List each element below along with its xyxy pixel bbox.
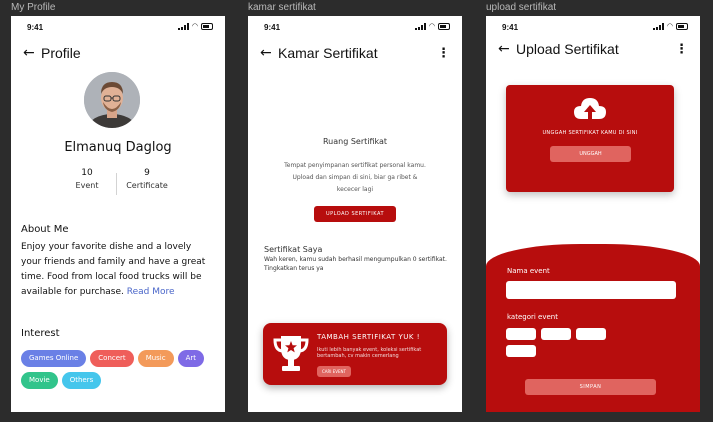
upload-card[interactable]: UNGGAH SERTIFIKAT KAMU DI SINI UNGGAH <box>506 85 674 192</box>
about-text: Enjoy your favorite dishe and a lovely y… <box>21 240 211 300</box>
signal-icon <box>652 23 664 30</box>
status-bar: 9:41 ◠ <box>486 22 700 34</box>
event-name-input[interactable] <box>506 281 676 299</box>
choose-file-button[interactable]: UNGGAH <box>550 146 631 162</box>
promo-text: Ikuti lebih banyak event, koleksi sertif… <box>317 347 422 359</box>
wifi-icon: ◠ <box>191 22 198 30</box>
wifi-icon: ◠ <box>666 22 673 30</box>
profile-name: Elmanuq Daglog <box>64 140 172 155</box>
stat-event-label: Event <box>75 181 99 190</box>
tag-art[interactable]: Art <box>177 350 205 367</box>
back-arrow-icon[interactable]: ← <box>498 41 516 57</box>
about-heading: About Me <box>21 224 69 235</box>
event-category-label: kategori event <box>507 313 558 321</box>
status-time: 9:41 <box>27 23 44 32</box>
stat-certificate-label: Certificate <box>126 181 168 190</box>
status-time: 9:41 <box>502 23 519 32</box>
my-certificates-title: Sertifikat Saya <box>264 245 323 254</box>
upload-certificate-button[interactable]: UPLOAD SERTIFIKAT <box>314 206 396 222</box>
upload-sertifikat-screen: 9:41 ◠ ← Upload Sertifikat ⋮ UNGGAH SERT… <box>486 16 700 412</box>
more-options-icon[interactable]: ⋮ <box>437 46 450 61</box>
status-time: 9:41 <box>264 23 281 32</box>
category-chip[interactable] <box>541 328 571 340</box>
category-chip[interactable] <box>506 345 536 357</box>
find-event-button[interactable]: CARI EVENT <box>317 366 351 377</box>
profile-screen: 9:41 ◠ ← Profile Elmanuq Daglog 10 Event… <box>11 16 225 412</box>
save-button[interactable]: SIMPAN <box>525 379 656 395</box>
frame-label-kamar: kamar sertifikat <box>248 2 316 13</box>
tag-music[interactable]: Music <box>137 350 174 367</box>
about-body: Enjoy your favorite dishe and a lovely y… <box>21 242 206 297</box>
avatar <box>84 72 140 128</box>
tag-others[interactable]: Others <box>61 372 102 389</box>
signal-icon <box>414 23 426 30</box>
room-title: Ruang Sertifikat <box>322 137 388 146</box>
tag-concert[interactable]: Concert <box>90 350 134 367</box>
interest-tags: Games Online Concert Music Art Movie Oth… <box>21 350 221 389</box>
stat-certificate: 9 Certificate <box>117 168 177 190</box>
status-bar: 9:41 ◠ <box>11 22 225 34</box>
read-more-link[interactable]: Read More <box>127 287 175 297</box>
promo-title: TAMBAH SERTIFIKAT YUK ! <box>317 333 421 341</box>
back-arrow-icon[interactable]: ← <box>23 45 41 61</box>
signal-icon <box>177 23 189 30</box>
event-name-label: Nama event <box>507 267 550 275</box>
battery-icon <box>676 23 688 30</box>
stat-event: 10 Event <box>57 168 117 190</box>
battery-icon <box>438 23 450 30</box>
trophy-icon <box>273 336 309 371</box>
back-arrow-icon[interactable]: ← <box>260 45 278 61</box>
kamar-sertifikat-screen: 9:41 ◠ ← Kamar Sertifikat ⋮ Ruang Sertif… <box>248 16 462 412</box>
page-title: Upload Sertifikat <box>516 41 619 57</box>
frame-label-profile: My Profile <box>11 2 56 13</box>
page-title: Profile <box>41 45 81 61</box>
frame-label-upload: upload sertifikat <box>486 2 557 13</box>
promo-card: TAMBAH SERTIFIKAT YUK ! Ikuti lebih bany… <box>263 323 447 385</box>
interest-heading: Interest <box>21 328 60 339</box>
page-title: Kamar Sertifikat <box>278 45 378 61</box>
tag-movie[interactable]: Movie <box>21 372 58 389</box>
category-chip[interactable] <box>506 328 536 340</box>
stat-event-value: 10 <box>81 168 93 178</box>
more-options-icon[interactable]: ⋮ <box>675 42 688 57</box>
my-certificates-text: Wah keren, kamu sudah berhasil mengumpul… <box>264 256 447 272</box>
battery-icon <box>201 23 213 30</box>
upload-caption: UNGGAH SERTIFIKAT KAMU DI SINI <box>542 130 638 136</box>
stat-certificate-value: 9 <box>144 168 150 178</box>
wifi-icon: ◠ <box>428 22 435 30</box>
category-chip[interactable] <box>576 328 606 340</box>
tag-games-online[interactable]: Games Online <box>21 350 87 367</box>
cloud-upload-icon <box>574 98 606 125</box>
status-bar: 9:41 ◠ <box>248 22 462 34</box>
room-description: Tempat penyimpanan sertifikat personal k… <box>284 162 426 193</box>
